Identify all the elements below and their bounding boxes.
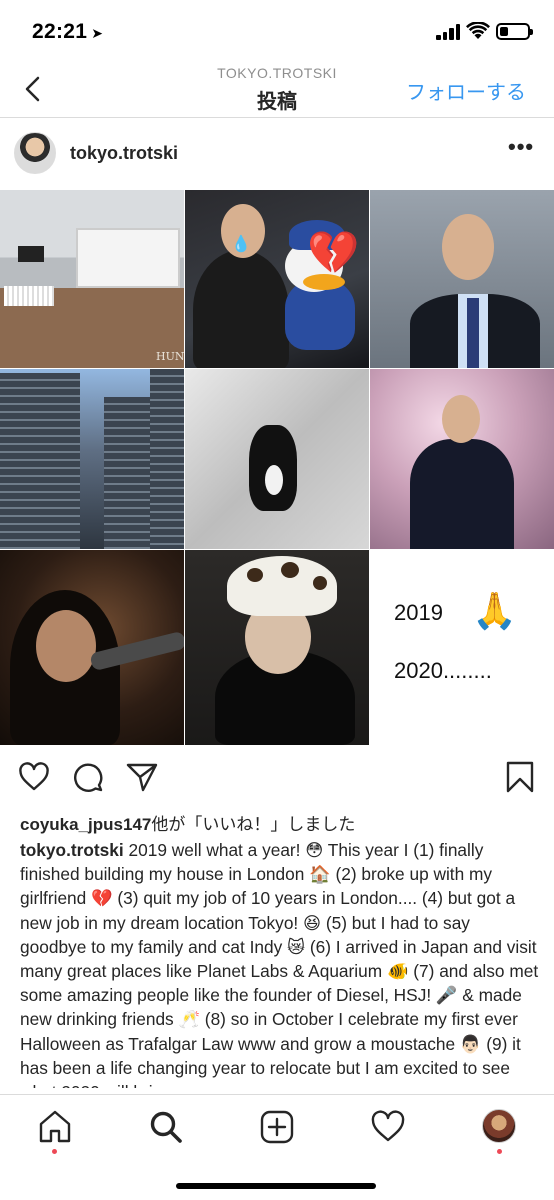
- post-image[interactable]: HUN 💧 💔 2019 🙏 2020........: [0, 190, 554, 745]
- caption-text: 2019 well what a year! 😳 This year I (1)…: [20, 840, 539, 1088]
- location-arrow-icon: ➤: [91, 25, 104, 41]
- hat-spot: [313, 576, 327, 590]
- radiator-shape: [4, 286, 54, 306]
- apartment-window: [76, 228, 180, 288]
- cellular-signal-icon: [436, 24, 462, 40]
- face-shape: [442, 214, 494, 280]
- photo-lights: [370, 369, 554, 549]
- status-time: 22:21 ➤: [32, 20, 104, 43]
- tear-emoji: 💧: [231, 236, 251, 253]
- battery-icon: [496, 23, 533, 40]
- photo-apartment: HUN: [0, 190, 184, 368]
- praying-hands-emoji: 🙏: [472, 590, 517, 631]
- profile-notification-dot: [497, 1149, 502, 1154]
- follow-button[interactable]: フォローする: [406, 76, 526, 105]
- building-shape: [150, 369, 184, 549]
- bookmark-icon[interactable]: [504, 761, 536, 793]
- photo-cat: [185, 369, 369, 549]
- tie-shape: [467, 298, 479, 368]
- nav-header: TOKYO.TROTSKI 投稿 フォローする: [0, 62, 554, 118]
- broken-heart-emoji: 💔: [307, 229, 360, 276]
- photo-suit: [370, 190, 554, 368]
- home-indicator[interactable]: [176, 1183, 376, 1189]
- post-caption: tokyo.trotski 2019 well what a year! 😳 T…: [20, 838, 540, 1088]
- year-text-panel: 2019 🙏 2020........: [370, 550, 554, 745]
- likes-suffix: 他が「いいね！」しました: [151, 815, 356, 834]
- building-shape: [104, 397, 150, 549]
- home-notification-dot: [52, 1149, 57, 1154]
- face-shape: [36, 610, 96, 682]
- building-shape: [0, 373, 80, 549]
- avatar[interactable]: [14, 132, 56, 174]
- post-header: tokyo.trotski •••: [0, 118, 554, 190]
- cat-chest-shape: [265, 465, 283, 495]
- search-icon[interactable]: [148, 1109, 184, 1145]
- photo-buildings: [0, 369, 184, 549]
- hat-spot: [247, 568, 263, 582]
- like-heart-icon[interactable]: [18, 761, 50, 793]
- share-icon[interactable]: [126, 761, 158, 793]
- likes-username[interactable]: coyuka_jpus147: [20, 815, 151, 834]
- photo-karaoke: [0, 550, 184, 745]
- face-shape: [442, 395, 480, 443]
- shirt-shape: [410, 439, 514, 549]
- action-bar: [0, 745, 554, 807]
- hat-spot: [281, 562, 299, 578]
- tv-shape: [18, 246, 44, 262]
- post-username[interactable]: tokyo.trotski: [70, 143, 178, 164]
- photo-duck: 💧 💔: [185, 190, 369, 368]
- year-2020-text: 2020........: [394, 658, 492, 683]
- photo-halloween: [185, 550, 369, 745]
- likes-line: coyuka_jpus147他が「いいね！」しました: [20, 810, 355, 835]
- home-icon[interactable]: [37, 1109, 73, 1145]
- caption-username[interactable]: tokyo.trotski: [20, 840, 124, 860]
- profile-avatar[interactable]: [482, 1109, 516, 1143]
- activity-heart-icon[interactable]: [370, 1109, 406, 1145]
- wifi-icon: [466, 22, 490, 39]
- year-2019-text: 2019: [394, 600, 443, 625]
- photo-watermark: HUN: [156, 350, 184, 363]
- new-post-icon[interactable]: [259, 1109, 295, 1145]
- comment-icon[interactable]: [72, 761, 104, 793]
- person-shape: [193, 250, 289, 368]
- status-bar: 22:21 ➤: [0, 0, 554, 62]
- duck-beak: [303, 274, 345, 290]
- more-options-icon[interactable]: •••: [508, 136, 533, 160]
